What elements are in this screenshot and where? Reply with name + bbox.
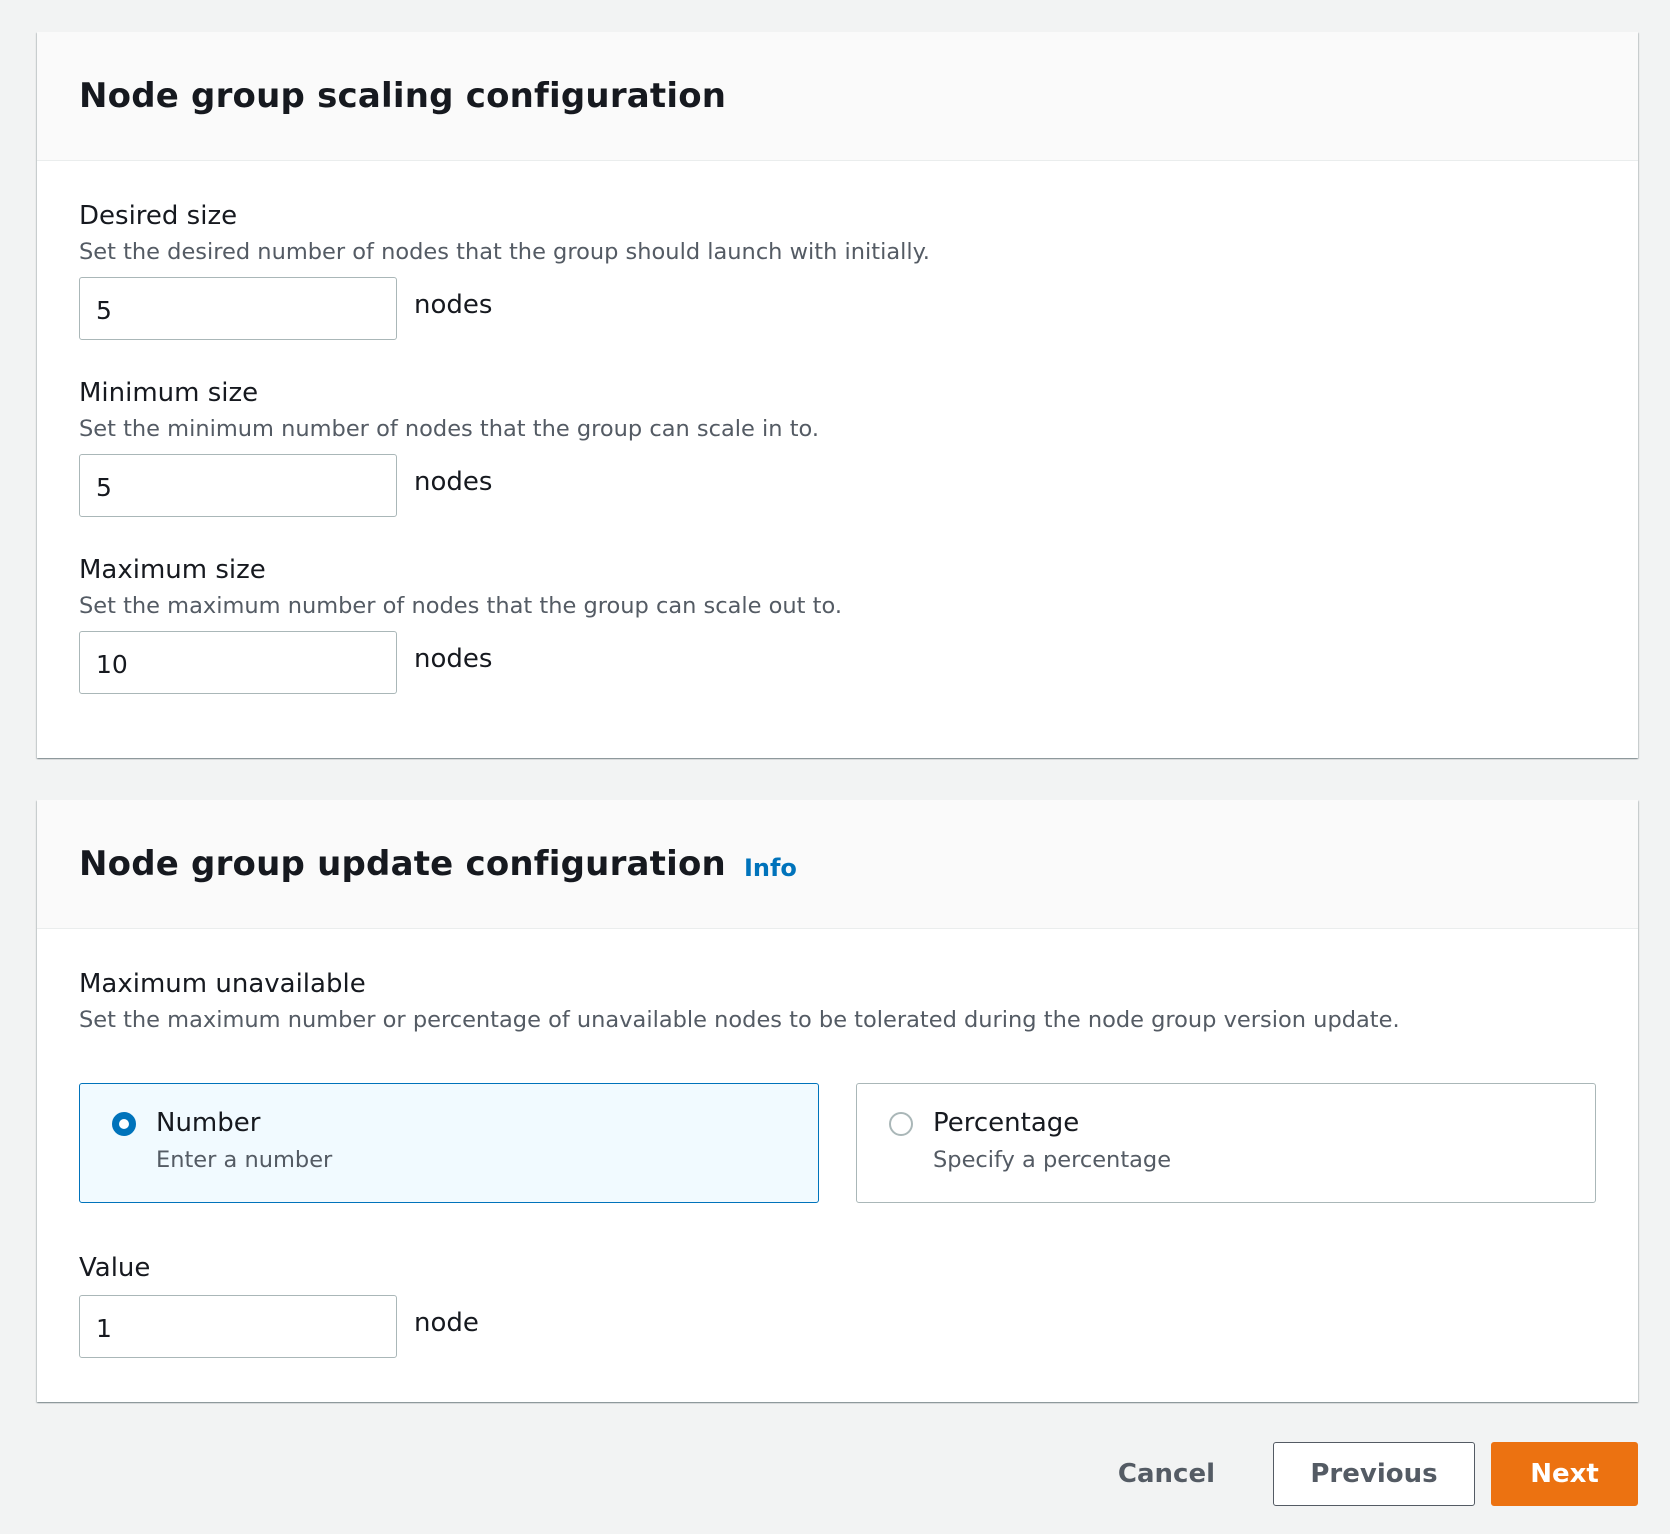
maximum-size-field: Maximum size Set the maximum number of n… [79,553,1596,694]
info-link[interactable]: Info [744,854,797,882]
update-config-panel: Node group update configuration Info Max… [37,800,1638,1402]
desired-size-row: nodes [79,277,1596,340]
minimum-size-input[interactable] [79,454,397,517]
maximum-size-unit: nodes [414,643,493,674]
value-input[interactable] [79,1295,397,1358]
minimum-size-unit: nodes [414,466,493,497]
desired-size-label: Desired size [79,201,238,231]
maximum-size-row: nodes [79,631,1596,694]
desired-size-input[interactable] [79,277,397,340]
tile-number-label: Number [156,1108,261,1138]
desired-size-unit: nodes [414,289,493,320]
minimum-size-row: nodes [79,454,1596,517]
minimum-size-description: Set the minimum number of nodes that the… [79,416,820,442]
minimum-size-label: Minimum size [79,378,259,408]
scaling-config-header: Node group scaling configuration [37,32,1638,161]
maximum-size-label: Maximum size [79,555,266,585]
max-unavailable-field: Maximum unavailable Set the maximum numb… [79,967,1596,1035]
value-row: node [79,1295,1596,1358]
tile-percentage-description: Specify a percentage [933,1147,1172,1173]
desired-size-field: Desired size Set the desired number of n… [79,199,1596,340]
value-unit: node [414,1307,479,1338]
tile-percentage-label: Percentage [933,1108,1080,1138]
update-config-title: Node group update configuration [79,844,726,884]
value-field: Value node [79,1251,1596,1358]
previous-button[interactable]: Previous [1273,1442,1475,1506]
scaling-config-body: Desired size Set the desired number of n… [37,161,1638,694]
value-label: Value [79,1253,151,1283]
maximum-size-input[interactable] [79,631,397,694]
max-unavailable-tiles: Number Enter a number Percentage Specify… [79,1083,1596,1203]
form-actions: Cancel Previous Next [1094,1442,1638,1506]
scaling-config-panel: Node group scaling configuration Desired… [37,32,1638,758]
max-unavailable-label: Maximum unavailable [79,969,366,999]
next-button[interactable]: Next [1491,1442,1638,1506]
tile-number-text: Number Enter a number [156,1106,332,1176]
tile-percentage-text: Percentage Specify a percentage [933,1106,1171,1176]
cancel-button[interactable]: Cancel [1094,1442,1239,1506]
radio-number[interactable] [112,1112,136,1136]
scaling-config-title: Node group scaling configuration [79,76,727,116]
minimum-size-field: Minimum size Set the minimum number of n… [79,376,1596,517]
tile-number-description: Enter a number [156,1147,333,1173]
maximum-size-description: Set the maximum number of nodes that the… [79,593,842,619]
update-config-header: Node group update configuration Info [37,800,1638,929]
max-unavailable-description: Set the maximum number or percentage of … [79,1007,1400,1033]
update-config-body: Maximum unavailable Set the maximum numb… [37,929,1638,1358]
desired-size-description: Set the desired number of nodes that the… [79,239,930,265]
tile-percentage[interactable]: Percentage Specify a percentage [856,1083,1596,1203]
tile-number[interactable]: Number Enter a number [79,1083,819,1203]
radio-percentage[interactable] [889,1112,913,1136]
